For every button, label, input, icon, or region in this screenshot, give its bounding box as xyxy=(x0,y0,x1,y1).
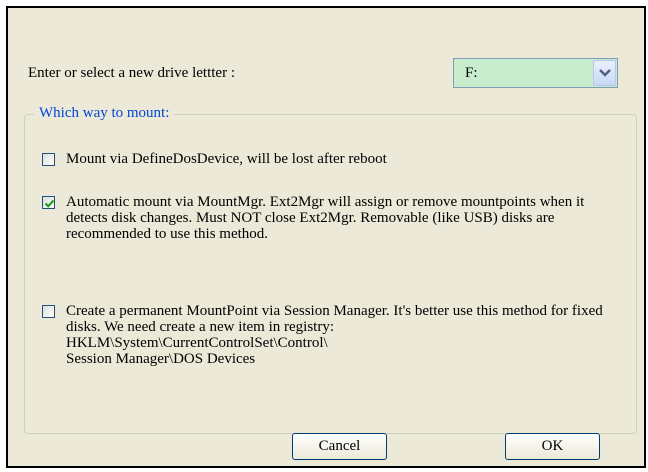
definedosdevice-label[interactable]: Mount via DefineDosDevice, will be lost … xyxy=(66,151,622,167)
ok-button[interactable]: OK xyxy=(505,433,600,460)
session-manager-registry-line: Session Manager\DOS Devices xyxy=(66,351,256,367)
session-manager-label[interactable]: Create a permanent MountPoint via Sessio… xyxy=(66,303,622,367)
chevron-down-icon xyxy=(599,69,611,77)
mountmgr-label[interactable]: Automatic mount via MountMgr. Ext2Mgr wi… xyxy=(66,194,622,242)
checkmark-icon xyxy=(44,199,55,208)
mount-dialog-panel: Enter or select a new drive lettter : F:… xyxy=(6,6,646,468)
drive-letter-combobox[interactable]: F: xyxy=(453,58,618,88)
dropdown-button[interactable] xyxy=(593,60,616,86)
cancel-button[interactable]: Cancel xyxy=(292,433,387,460)
drive-letter-label: Enter or select a new drive lettter : xyxy=(28,65,235,81)
session-manager-checkbox[interactable] xyxy=(42,305,55,318)
drive-letter-value[interactable]: F: xyxy=(465,65,478,82)
mount-method-title: Which way to mount: xyxy=(34,105,175,122)
session-manager-registry-line: HKLM\System\CurrentControlSet\Control\ xyxy=(66,335,328,351)
session-manager-label-line: Create a permanent MountPoint via Sessio… xyxy=(66,303,603,335)
dialog-window: Enter or select a new drive lettter : F:… xyxy=(0,0,648,472)
definedosdevice-checkbox[interactable] xyxy=(42,153,55,166)
mountmgr-checkbox[interactable] xyxy=(42,196,55,209)
